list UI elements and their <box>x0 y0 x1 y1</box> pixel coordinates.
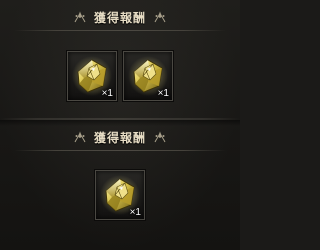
reward-quantity: ×1 <box>101 88 113 99</box>
reward-quantity: ×1 <box>157 88 169 99</box>
reward-panel-2: 獲得報酬 ×1 <box>0 118 240 250</box>
header-divider <box>14 150 226 151</box>
reward-item-slot[interactable]: ×1 <box>95 170 145 220</box>
reward-panel-title: 獲得報酬 <box>93 130 146 145</box>
reward-panel-header: 獲得報酬 <box>0 126 240 148</box>
reward-panel-header: 獲得報酬 <box>0 6 240 28</box>
reward-list: ×1 ×1 <box>0 51 240 101</box>
reward-quantity: ×1 <box>129 207 141 218</box>
left-flourish-icon <box>74 11 86 23</box>
left-flourish-icon <box>74 131 86 143</box>
reward-screen: 獲得報酬 ×1 ×1 獲得報酬 ×1 <box>0 0 240 250</box>
reward-item-slot[interactable]: ×1 <box>67 51 117 101</box>
reward-panel-1: 獲得報酬 ×1 ×1 <box>0 0 240 118</box>
reward-item-slot[interactable]: ×1 <box>123 51 173 101</box>
right-flourish-icon <box>154 11 166 23</box>
right-flourish-icon <box>154 131 166 143</box>
header-divider <box>14 30 226 31</box>
reward-panel-title: 獲得報酬 <box>93 10 146 25</box>
reward-list: ×1 <box>0 170 240 220</box>
